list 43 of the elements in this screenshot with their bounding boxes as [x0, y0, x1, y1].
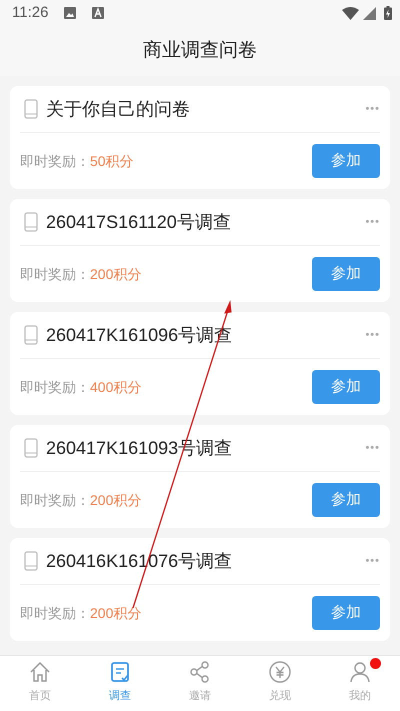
yen-icon [268, 660, 292, 684]
phone-icon [24, 212, 38, 232]
phone-icon [24, 551, 38, 571]
reward-label: 即时奖励： [20, 604, 90, 622]
nav-tab[interactable]: 我的 [320, 656, 400, 711]
reward-label: 即时奖励： [20, 152, 90, 170]
more-button[interactable]: ••• [365, 326, 380, 344]
reward-points: 200积分 [90, 604, 142, 622]
reward-points: 400积分 [90, 378, 142, 396]
status-time: 11:26 [12, 2, 48, 23]
join-button[interactable]: 参加 [312, 257, 380, 291]
reward-points: 50积分 [90, 152, 134, 170]
home-icon [28, 660, 52, 684]
more-button[interactable]: ••• [365, 552, 380, 570]
survey-title: 关于你自己的问卷 [46, 98, 190, 120]
survey-icon [108, 660, 132, 684]
reward-label: 即时奖励： [20, 378, 90, 396]
nav-tab[interactable]: 调查 [80, 656, 160, 711]
join-button[interactable]: 参加 [312, 144, 380, 178]
reward-label: 即时奖励： [20, 264, 90, 284]
reward-label: 即时奖励： [20, 490, 90, 510]
signal-icon [363, 6, 376, 20]
more-button[interactable]: ••• [365, 440, 380, 456]
font-icon [92, 7, 104, 19]
phone-icon [24, 325, 38, 345]
battery-icon [384, 6, 392, 20]
reward-points: 200积分 [90, 264, 142, 284]
page-title: 商业调查问卷 [143, 38, 257, 63]
join-button[interactable]: 参加 [312, 370, 380, 404]
image-icon [64, 7, 76, 19]
wifi-icon [342, 6, 359, 20]
nav-tab[interactable]: 首页 [0, 656, 80, 711]
nav-tab[interactable]: 兑现 [240, 656, 320, 711]
more-button[interactable]: ••• [365, 214, 380, 230]
more-button[interactable]: ••• [365, 100, 380, 118]
join-button[interactable]: 参加 [312, 596, 380, 630]
person-icon [348, 660, 372, 684]
join-button[interactable]: 参加 [312, 483, 380, 517]
phone-icon [24, 438, 38, 458]
phone-icon [24, 99, 38, 119]
nav-tab[interactable]: 邀请 [160, 656, 240, 711]
reward-points: 200积分 [90, 490, 142, 510]
survey-title: 260417S161120号调查 [46, 210, 231, 234]
